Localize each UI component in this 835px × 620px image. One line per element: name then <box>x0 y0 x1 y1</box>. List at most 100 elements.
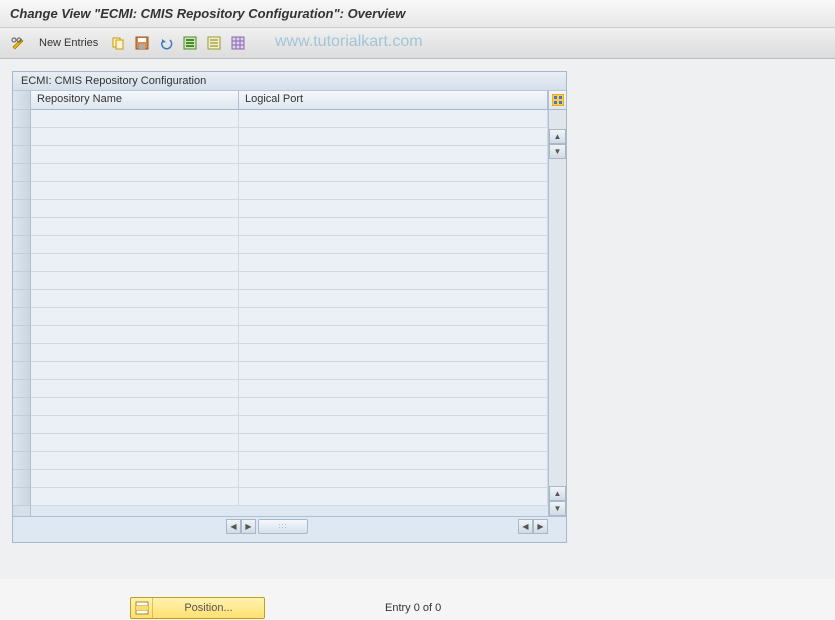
table-row[interactable] <box>31 434 548 452</box>
grid-header: Repository Name Logical Port <box>31 91 548 110</box>
table-row[interactable] <box>31 326 548 344</box>
triangle-up-icon: ▲ <box>554 132 562 141</box>
table-row[interactable] <box>31 488 548 506</box>
table-row[interactable] <box>31 308 548 326</box>
scroll-thumb[interactable]: ::: <box>258 519 308 534</box>
table-settings-button[interactable] <box>227 32 249 54</box>
triangle-left-icon: ◀ <box>522 522 528 531</box>
triangle-right-icon: ▶ <box>245 522 251 531</box>
undo-button[interactable] <box>155 32 177 54</box>
row-selector[interactable] <box>13 380 30 398</box>
row-selector[interactable] <box>13 128 30 146</box>
scroll-up-button-bottom[interactable]: ▲ <box>549 486 566 501</box>
table-row[interactable] <box>31 416 548 434</box>
row-selector[interactable] <box>13 218 30 236</box>
page-title: Change View "ECMI: CMIS Repository Confi… <box>0 0 835 28</box>
row-selector[interactable] <box>13 110 30 128</box>
scroll-right-end-button[interactable]: ▶ <box>533 519 548 534</box>
row-selector[interactable] <box>13 398 30 416</box>
row-selector[interactable] <box>13 416 30 434</box>
deselect-all-icon <box>207 36 221 50</box>
scroll-left-end-button[interactable]: ◀ <box>518 519 533 534</box>
grid-rows <box>31 110 548 506</box>
triangle-up-icon: ▲ <box>554 489 562 498</box>
table-row[interactable] <box>31 272 548 290</box>
row-selector[interactable] <box>13 290 30 308</box>
table-config-icon <box>552 94 564 106</box>
watermark: www.tutorialkart.com <box>275 33 423 51</box>
new-entries-button[interactable]: New Entries <box>32 32 105 54</box>
table-row[interactable] <box>31 452 548 470</box>
pencil-glasses-icon <box>11 36 27 50</box>
table-row[interactable] <box>31 182 548 200</box>
row-selector[interactable] <box>13 146 30 164</box>
copy-icon <box>111 36 125 50</box>
table-row[interactable] <box>31 254 548 272</box>
new-entries-label: New Entries <box>39 37 98 49</box>
select-all-rows[interactable] <box>13 91 30 110</box>
triangle-right-icon: ▶ <box>537 522 543 531</box>
table-row[interactable] <box>31 146 548 164</box>
row-selector[interactable] <box>13 362 30 380</box>
row-selector-column <box>13 91 31 516</box>
change-toggle-button[interactable] <box>8 32 30 54</box>
triangle-down-icon: ▼ <box>554 504 562 513</box>
scroll-left-button[interactable]: ◀ <box>226 519 241 534</box>
position-button-label: Position... <box>153 602 264 614</box>
table-row[interactable] <box>31 290 548 308</box>
scroll-up-button[interactable]: ▲ <box>549 129 566 144</box>
content-area: ECMI: CMIS Repository Configuration <box>0 59 835 579</box>
row-selector[interactable] <box>13 434 30 452</box>
table-row[interactable] <box>31 380 548 398</box>
column-header-repository-name[interactable]: Repository Name <box>31 91 239 109</box>
grid-container: Repository Name Logical Port <box>13 91 566 516</box>
horizontal-scrollbar: ◀ ▶ ::: ◀ ▶ <box>13 516 566 536</box>
row-selector[interactable] <box>13 344 30 362</box>
footer: Position... Entry 0 of 0 <box>0 579 835 619</box>
row-selector[interactable] <box>13 452 30 470</box>
row-selector[interactable] <box>13 236 30 254</box>
row-selector[interactable] <box>13 488 30 506</box>
copy-button[interactable] <box>107 32 129 54</box>
position-icon <box>131 598 153 618</box>
panel-title: ECMI: CMIS Repository Configuration <box>13 72 566 91</box>
column-header-logical-port[interactable]: Logical Port <box>239 91 548 109</box>
vertical-scrollbar: ▲ ▼ ▲ ▼ <box>548 91 566 516</box>
table-grid-icon <box>231 36 245 50</box>
table-row[interactable] <box>31 470 548 488</box>
diskette-icon <box>135 36 149 50</box>
row-selector[interactable] <box>13 254 30 272</box>
toolbar: New Entries www.tutorialkart.com <box>0 28 835 59</box>
row-selector[interactable] <box>13 470 30 488</box>
table-row[interactable] <box>31 164 548 182</box>
deselect-all-button[interactable] <box>203 32 225 54</box>
scroll-down-button[interactable]: ▼ <box>549 144 566 159</box>
triangle-down-icon: ▼ <box>554 147 562 156</box>
row-selector[interactable] <box>13 200 30 218</box>
triangle-left-icon: ◀ <box>230 522 236 531</box>
position-button[interactable]: Position... <box>130 597 265 619</box>
row-selector[interactable] <box>13 182 30 200</box>
save-button[interactable] <box>131 32 153 54</box>
column-config-button[interactable] <box>548 91 566 110</box>
undo-icon <box>159 36 173 50</box>
scroll-right-button[interactable]: ▶ <box>241 519 256 534</box>
table-row[interactable] <box>31 110 548 128</box>
table-row[interactable] <box>31 128 548 146</box>
row-selector[interactable] <box>13 164 30 182</box>
grid-body: Repository Name Logical Port <box>31 91 548 516</box>
select-all-button[interactable] <box>179 32 201 54</box>
entry-count-text: Entry 0 of 0 <box>385 602 441 614</box>
table-row[interactable] <box>31 362 548 380</box>
scroll-down-button-bottom[interactable]: ▼ <box>549 501 566 516</box>
table-row[interactable] <box>31 236 548 254</box>
table-row[interactable] <box>31 344 548 362</box>
table-row[interactable] <box>31 218 548 236</box>
table-row[interactable] <box>31 398 548 416</box>
row-selector[interactable] <box>13 272 30 290</box>
config-panel: ECMI: CMIS Repository Configuration <box>12 71 567 543</box>
row-selector[interactable] <box>13 326 30 344</box>
row-selector[interactable] <box>13 308 30 326</box>
select-all-icon <box>183 36 197 50</box>
table-row[interactable] <box>31 200 548 218</box>
